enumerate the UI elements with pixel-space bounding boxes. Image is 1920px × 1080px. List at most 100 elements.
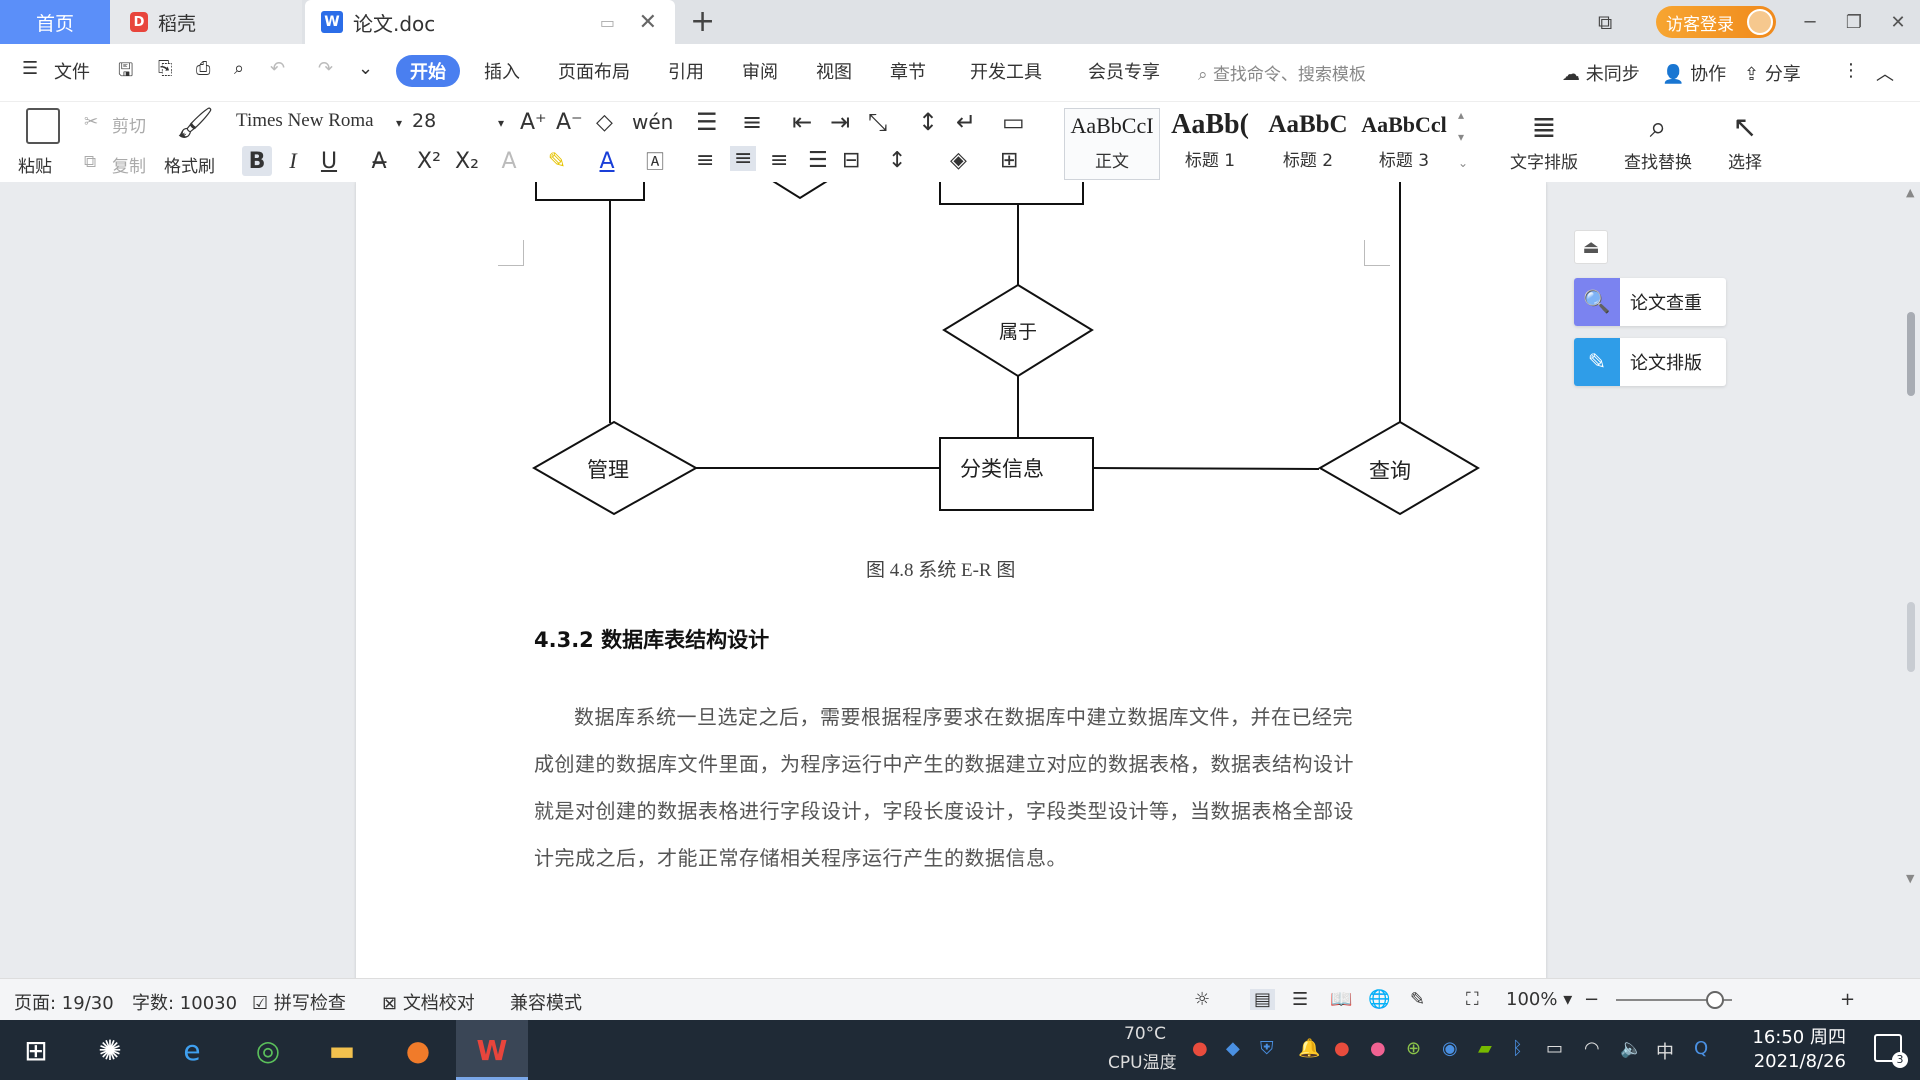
web-view-icon[interactable]: 🌐 [1368,989,1390,1010]
tab-daoke[interactable]: D 稻壳 [110,0,302,44]
reading-view-icon[interactable]: 📖 [1330,989,1352,1010]
style-heading-2[interactable]: AaBbC 标题 2 [1260,108,1356,180]
clear-format-icon[interactable]: ◇ [596,110,613,135]
font-name-select[interactable]: Times New Roma ▾ [236,110,406,138]
menu-member[interactable]: 会员专享 [1088,58,1160,84]
bullet-list-icon[interactable]: ☰ [696,108,718,136]
page-indicator[interactable]: 页面: 19/30 [14,989,114,1015]
menu-review[interactable]: 审阅 [742,58,778,84]
increase-font-icon[interactable]: A⁺ [520,110,547,135]
tray-plus-icon[interactable]: ⊕ [1406,1038,1421,1059]
justify-icon[interactable]: ☰ [808,148,828,173]
paste-button[interactable]: 粘贴 [18,152,52,177]
style-normal[interactable]: AaBbCcI 正文 [1064,108,1160,180]
guest-login-button[interactable]: 访客登录 [1656,6,1776,38]
select-button[interactable]: ↖ 选择 [1710,108,1780,173]
tray-app2-icon[interactable]: ● [1370,1038,1386,1059]
highlight-icon[interactable]: ✎ [542,146,572,176]
notification-center-icon[interactable]: 3 [1874,1034,1908,1068]
tray-shield-icon[interactable]: ⛨ [1260,1038,1274,1059]
tab-document[interactable]: W 论文.doc ▭ ✕ [305,0,675,44]
wifi-icon[interactable]: ◠ [1584,1038,1600,1059]
game-app-icon[interactable]: ● [396,1028,440,1072]
tray-app-icon[interactable]: ● [1192,1038,1208,1059]
styles-expand-icon[interactable]: ⌄ [1458,156,1468,170]
panel-collapse-icon[interactable]: ⏏ [1574,230,1608,264]
collapse-ribbon-icon[interactable]: ︿ [1876,60,1894,86]
vertical-scrollbar[interactable]: ▲ ▼ [1902,182,1920,978]
bold-button[interactable]: B [242,146,272,176]
borders-icon[interactable]: ⊞ [1000,148,1018,173]
superscript-button[interactable]: X² [414,146,444,176]
zoom-level[interactable]: 100% ▾ [1506,989,1572,1010]
align-center-icon[interactable]: ≡ [730,146,757,171]
line-break-icon[interactable]: ↵ [956,108,976,136]
subscript-button[interactable]: X₂ [452,146,482,176]
new-tab-button[interactable]: + [690,4,715,39]
menu-chapter[interactable]: 章节 [890,58,926,84]
font-color-button[interactable]: A [592,146,622,176]
pen-icon[interactable]: ✎ [1410,989,1425,1010]
outline-view-icon[interactable]: ☰ [1292,989,1308,1010]
text-effect-button[interactable]: A [494,146,524,176]
menu-page-layout[interactable]: 页面布局 [558,58,630,84]
zoom-in-icon[interactable]: + [1840,989,1855,1010]
menu-view[interactable]: 视图 [816,58,852,84]
scrollbar-thumb[interactable] [1907,312,1915,396]
bluetooth-icon[interactable]: ᛒ [1512,1038,1523,1059]
command-search[interactable]: ⌕ 查找命令、搜索模板 [1198,60,1366,85]
windows-start-icon[interactable]: ⊞ [14,1028,58,1072]
distribute-icon[interactable]: ⊟ [842,148,860,173]
line-spacing-icon[interactable]: ↕ [888,148,906,173]
paper-format-button[interactable]: ✎ 论文排版 [1574,338,1726,386]
format-painter-icon[interactable]: 🖌 [176,106,214,141]
shading-icon[interactable]: ◈ [950,148,967,173]
ie-browser-icon[interactable]: e [170,1028,214,1072]
quick-access-dropdown-icon[interactable]: ⌄ [358,58,373,79]
tray-bell-icon[interactable]: 🔔 [1298,1038,1320,1059]
menu-file[interactable]: 文件 [54,58,90,84]
share-button[interactable]: ⇪ 分享 [1744,60,1801,86]
sync-status[interactable]: ☁ 未同步 [1562,60,1640,86]
fit-page-icon[interactable]: ⛶ [1466,989,1479,1010]
char-border-button[interactable]: 🄰 [640,146,670,176]
zoom-slider-knob[interactable] [1706,991,1724,1009]
find-replace-button[interactable]: ⌕ 查找替换 [1608,108,1708,173]
text-direction-icon[interactable]: ⤡ [868,108,887,136]
layout-toggle-icon[interactable]: ⧉ [1598,10,1612,34]
file-explorer-icon[interactable]: ▬ [320,1028,364,1072]
decrease-indent-icon[interactable]: ⇤ [792,108,812,136]
scroll-up-icon[interactable]: ▲ [1906,186,1914,199]
wps-office-icon[interactable]: W [470,1028,514,1072]
more-icon[interactable]: ⋮ [1842,60,1860,81]
paper-check-button[interactable]: 🔍 论文查重 [1574,278,1726,326]
copy-button[interactable]: 复制 [112,152,146,177]
spell-check-button[interactable]: ☑ 拼写检查 [252,989,346,1015]
zoom-out-icon[interactable]: − [1584,989,1599,1010]
system-clock[interactable]: 16:50 周四 2021/8/26 [1752,1026,1846,1074]
save-icon[interactable]: 🖫 [118,58,133,88]
restore-icon[interactable]: ❐ [1832,12,1876,33]
menu-insert[interactable]: 插入 [484,58,520,84]
tray-q-icon[interactable]: Q [1694,1038,1708,1059]
underline-button[interactable]: U [314,146,344,176]
tray-app3-icon[interactable]: ◉ [1442,1038,1458,1059]
minimize-icon[interactable]: ─ [1788,12,1832,33]
paste-icon[interactable] [26,108,60,144]
styles-scroll-down-icon[interactable]: ▾ [1458,130,1464,144]
fan-app-icon[interactable]: ✺ [88,1028,132,1072]
scroll-down-icon[interactable]: ▼ [1906,872,1914,885]
hamburger-icon[interactable]: ☰ [22,58,38,79]
copy-icon[interactable]: ⧉ [84,152,96,172]
page-view-icon[interactable]: ▤ [1250,989,1276,1010]
monitor-icon[interactable]: ▭ [600,13,615,32]
increase-indent-icon[interactable]: ⇥ [830,108,850,136]
style-heading-3[interactable]: AaBbCcl 标题 3 [1356,108,1452,180]
tray-nvidia-icon[interactable]: ▰ [1478,1038,1492,1059]
phonetic-guide-icon[interactable]: wén [632,110,673,134]
menu-start[interactable]: 开始 [396,55,460,87]
cut-button[interactable]: 剪切 [112,112,146,137]
format-painter-button[interactable]: 格式刷 [164,152,215,177]
strikethrough-button[interactable]: A̶ [364,146,394,176]
redo-icon[interactable]: ↷ [318,58,333,79]
